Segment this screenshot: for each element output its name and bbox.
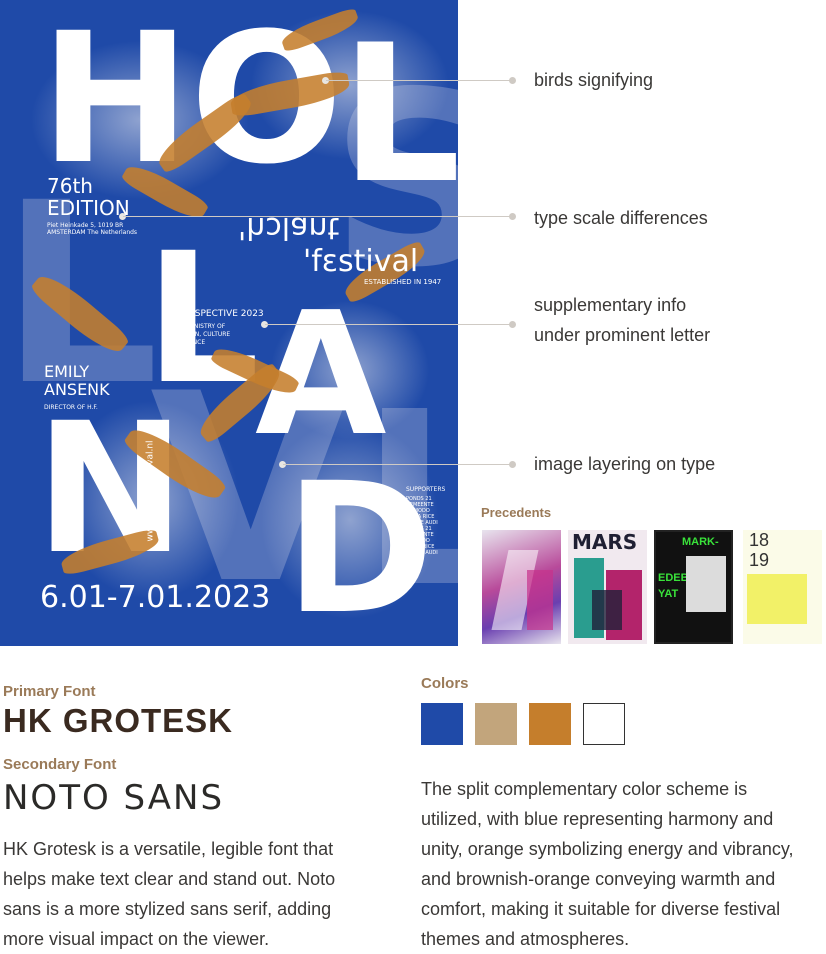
- festival-dates: 6.01-7.01.2023: [40, 580, 271, 615]
- supporter-item: PIERRE AUDI: [406, 550, 438, 556]
- text-line: themes and atmospheres.: [421, 929, 630, 949]
- text-line: unity, orange symbolizing energy and vib…: [421, 839, 794, 859]
- colors-label: Colors: [421, 675, 469, 692]
- logo-festival: 'fɛstival: [303, 244, 419, 279]
- secondary-font-name: NOTO SANS: [3, 778, 225, 818]
- color-swatch-tan: [475, 703, 517, 745]
- precedent-poster-1: [482, 530, 561, 644]
- annotation-supplementary: supplementary info: [534, 295, 687, 315]
- text-line: more visual impact on the viewer.: [3, 929, 270, 949]
- color-swatch-blue: [421, 703, 463, 745]
- address-line1: Piet Heinkade 5, 1019 BR: [47, 222, 124, 229]
- color-swatch-orange: [529, 703, 571, 745]
- colors-description: The split complementary color scheme is …: [421, 774, 794, 954]
- established: ESTABLISHED IN 1947: [364, 278, 442, 286]
- annotation-type-scale: type scale differences: [534, 208, 708, 228]
- retro-line: AND SCIENCE: [164, 339, 206, 346]
- retro-line: DUTCH MINISTRY OF: [164, 323, 226, 330]
- annotation-dot: [509, 461, 516, 468]
- retro-line: EDUCATION, CULTURE: [164, 331, 231, 338]
- edition-line1: 76th: [47, 174, 93, 198]
- poster-letter-l: L: [340, 4, 458, 225]
- text-line: helps make text clear and stand out. Not…: [3, 869, 336, 889]
- color-swatch-white: [583, 703, 625, 745]
- annotation-layering: image layering on type: [534, 454, 716, 474]
- secondary-font-label: Secondary Font: [3, 756, 117, 773]
- director-role: DIRECTOR OF H.F.: [44, 404, 98, 411]
- precedent-text: YAT: [658, 588, 679, 600]
- annotation-line: [326, 80, 512, 81]
- precedent-poster-2: MARS: [568, 530, 647, 644]
- annotation-line: [265, 324, 512, 325]
- precedent-shape: [686, 556, 726, 612]
- precedent-shape: [592, 590, 622, 630]
- supporters-title: SUPPORTERS: [406, 486, 446, 493]
- annotation-birds: birds signifying: [534, 70, 654, 90]
- text-line: HK Grotesk is a versatile, legible font …: [3, 839, 334, 859]
- annotation-line: [123, 216, 512, 217]
- annotation-supplementary: under prominent letter: [534, 325, 711, 345]
- precedent-text: MARK-: [682, 536, 719, 548]
- edition-line2: EDITION: [47, 196, 130, 220]
- annotation-line: [283, 464, 512, 465]
- fonts-description: HK Grotesk is a versatile, legible font …: [3, 834, 335, 954]
- primary-font-label: Primary Font: [3, 683, 96, 700]
- website: www.hollandfestival.nl: [145, 440, 156, 542]
- text-line: comfort, making it suitable for diverse …: [421, 899, 781, 919]
- primary-font-name: HK GROTESK: [3, 702, 234, 739]
- retro-title: RETROSPECTIVE 2023: [164, 309, 264, 319]
- precedents-title: Precedents: [481, 505, 552, 520]
- precedent-text: MARS: [572, 530, 638, 554]
- precedent-text: 18: [749, 530, 770, 550]
- text-line: The split complementary color scheme is: [421, 779, 748, 799]
- precedent-shape: [747, 574, 807, 624]
- director-name: ANSENK: [44, 380, 110, 399]
- precedent-poster-4: 18 19: [743, 530, 822, 644]
- precedent-text: 19: [749, 550, 770, 570]
- precedent-poster-3: MARK- EDEBI YAT: [654, 530, 733, 644]
- address-line2: AMSTERDAM The Netherlands: [47, 229, 138, 236]
- text-line: and brownish-orange conveying warmth and: [421, 869, 776, 889]
- director-name: EMILY: [44, 362, 90, 381]
- text-line: utilized, with blue representing harmony…: [421, 809, 774, 829]
- annotation-dot: [509, 213, 516, 220]
- supporters-list: PONDS 21 GEMEENTE AMMODO EMMA RICE PIERR…: [406, 496, 438, 556]
- festival-poster: L V S L H O L L A N D 76th EDITION Piet …: [0, 0, 458, 646]
- annotation-dot: [509, 321, 516, 328]
- text-line: sans is a more stylized sans serif, addi…: [3, 899, 332, 919]
- precedent-shape: [527, 570, 553, 630]
- annotation-dot: [509, 77, 516, 84]
